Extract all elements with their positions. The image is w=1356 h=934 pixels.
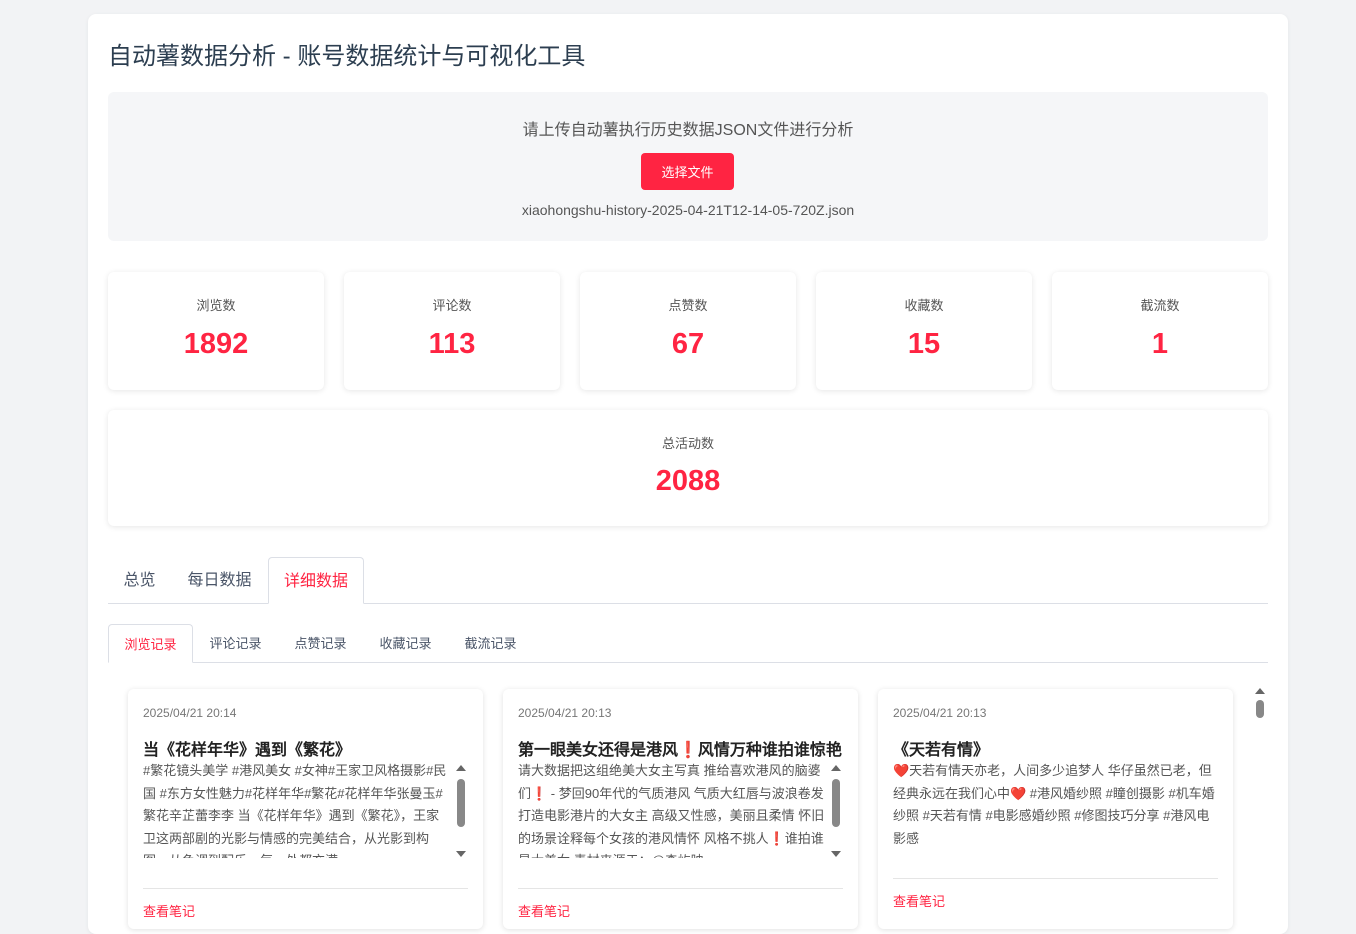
- scroll-down-arrow-icon[interactable]: [831, 851, 841, 857]
- stat-value: 113: [428, 328, 476, 360]
- scroll-thumb[interactable]: [832, 779, 840, 827]
- upload-panel: 请上传自动薯执行历史数据JSON文件进行分析 选择文件 xiaohongshu-…: [108, 92, 1268, 241]
- stat-card-favorites: 收藏数 15: [816, 272, 1032, 390]
- record-description[interactable]: #繁花镜头美学 #港风美女 #女神#王家卫风格摄影#民国 #东方女性魅力#花样年…: [143, 760, 451, 858]
- record-card: 2025/04/21 20:13 《天若有情》 ❤️天若有情天亦老，人间多少追梦…: [878, 689, 1233, 929]
- tab-daily-data[interactable]: 每日数据: [171, 557, 268, 603]
- view-note-link[interactable]: 查看笔记: [143, 901, 195, 920]
- stat-label: 总活动数: [661, 436, 714, 451]
- tab-browse-records[interactable]: 浏览记录: [108, 624, 193, 663]
- scroll-up-arrow-icon[interactable]: [1255, 688, 1265, 694]
- scroll-up-arrow-icon[interactable]: [456, 765, 466, 771]
- tab-overview[interactable]: 总览: [108, 557, 171, 603]
- view-note-link[interactable]: 查看笔记: [893, 891, 945, 910]
- record-description[interactable]: 请大数据把这组绝美大女主写真 推给喜欢港风的脑婆们❗ - 梦回90年代的气质港风…: [518, 760, 826, 858]
- page-title: 自动薯数据分析 - 账号数据统计与可视化工具: [108, 43, 586, 70]
- stat-card-likes: 点赞数 67: [580, 272, 796, 390]
- tab-like-records[interactable]: 点赞记录: [278, 624, 363, 662]
- stat-card-total: 总活动数 2088: [108, 410, 1268, 526]
- divider: [893, 878, 1218, 879]
- record-time: 2025/04/21 20:13: [893, 706, 987, 720]
- divider: [518, 888, 843, 889]
- tab-intercept-records[interactable]: 截流记录: [448, 624, 533, 662]
- scroll-up-arrow-icon[interactable]: [831, 765, 841, 771]
- choose-file-button[interactable]: 选择文件: [641, 153, 734, 190]
- divider: [143, 888, 468, 889]
- record-time: 2025/04/21 20:13: [518, 706, 612, 720]
- stat-label: 点赞数: [668, 298, 708, 313]
- description-scrollbar[interactable]: [830, 765, 842, 857]
- sub-tab-bar: 浏览记录 评论记录 点赞记录 收藏记录 截流记录: [108, 624, 1268, 663]
- scroll-down-arrow-icon[interactable]: [456, 851, 466, 857]
- record-card: 2025/04/21 20:14 当《花样年华》遇到《繁花》 #繁花镜头美学 #…: [128, 689, 483, 929]
- stat-value: 2088: [655, 465, 721, 497]
- stat-card-comments: 评论数 113: [344, 272, 560, 390]
- main-tab-bar: 总览 每日数据 详细数据: [108, 557, 1268, 604]
- stat-label: 收藏数: [904, 298, 944, 313]
- tab-comment-records[interactable]: 评论记录: [193, 624, 278, 662]
- stat-value: 67: [671, 328, 705, 360]
- record-card: 2025/04/21 20:13 第一眼美女还得是港风❗风情万种谁拍谁惊艳 请大…: [503, 689, 858, 929]
- scroll-thumb[interactable]: [1256, 700, 1264, 718]
- record-title: 当《花样年华》遇到《繁花》: [143, 742, 352, 759]
- record-title: 《天若有情》: [893, 742, 990, 759]
- description-scrollbar[interactable]: [455, 765, 467, 857]
- stat-card-views: 浏览数 1892: [108, 272, 324, 390]
- uploaded-filename: xiaohongshu-history-2025-04-21T12-14-05-…: [521, 202, 855, 218]
- view-note-link[interactable]: 查看笔记: [518, 901, 570, 920]
- stat-label: 截流数: [1140, 298, 1180, 313]
- stat-value: 1892: [183, 328, 249, 360]
- record-title: 第一眼美女还得是港风❗风情万种谁拍谁惊艳: [518, 742, 842, 759]
- upload-prompt: 请上传自动薯执行历史数据JSON文件进行分析: [522, 122, 854, 139]
- tab-favorite-records[interactable]: 收藏记录: [363, 624, 448, 662]
- record-time: 2025/04/21 20:14: [143, 706, 237, 720]
- records-scrollbar[interactable]: [1253, 686, 1267, 910]
- stat-label: 评论数: [432, 298, 472, 313]
- stat-card-intercepts: 截流数 1: [1052, 272, 1268, 390]
- record-description: ❤️天若有情天亦老，人间多少追梦人 华仔虽然已老，但经典永远在我们心中❤️ #港…: [893, 763, 1215, 846]
- stat-value: 1: [1151, 328, 1169, 360]
- tab-detailed-data[interactable]: 详细数据: [268, 557, 364, 604]
- stat-value: 15: [907, 328, 941, 360]
- scroll-thumb[interactable]: [457, 779, 465, 827]
- stat-label: 浏览数: [196, 298, 236, 313]
